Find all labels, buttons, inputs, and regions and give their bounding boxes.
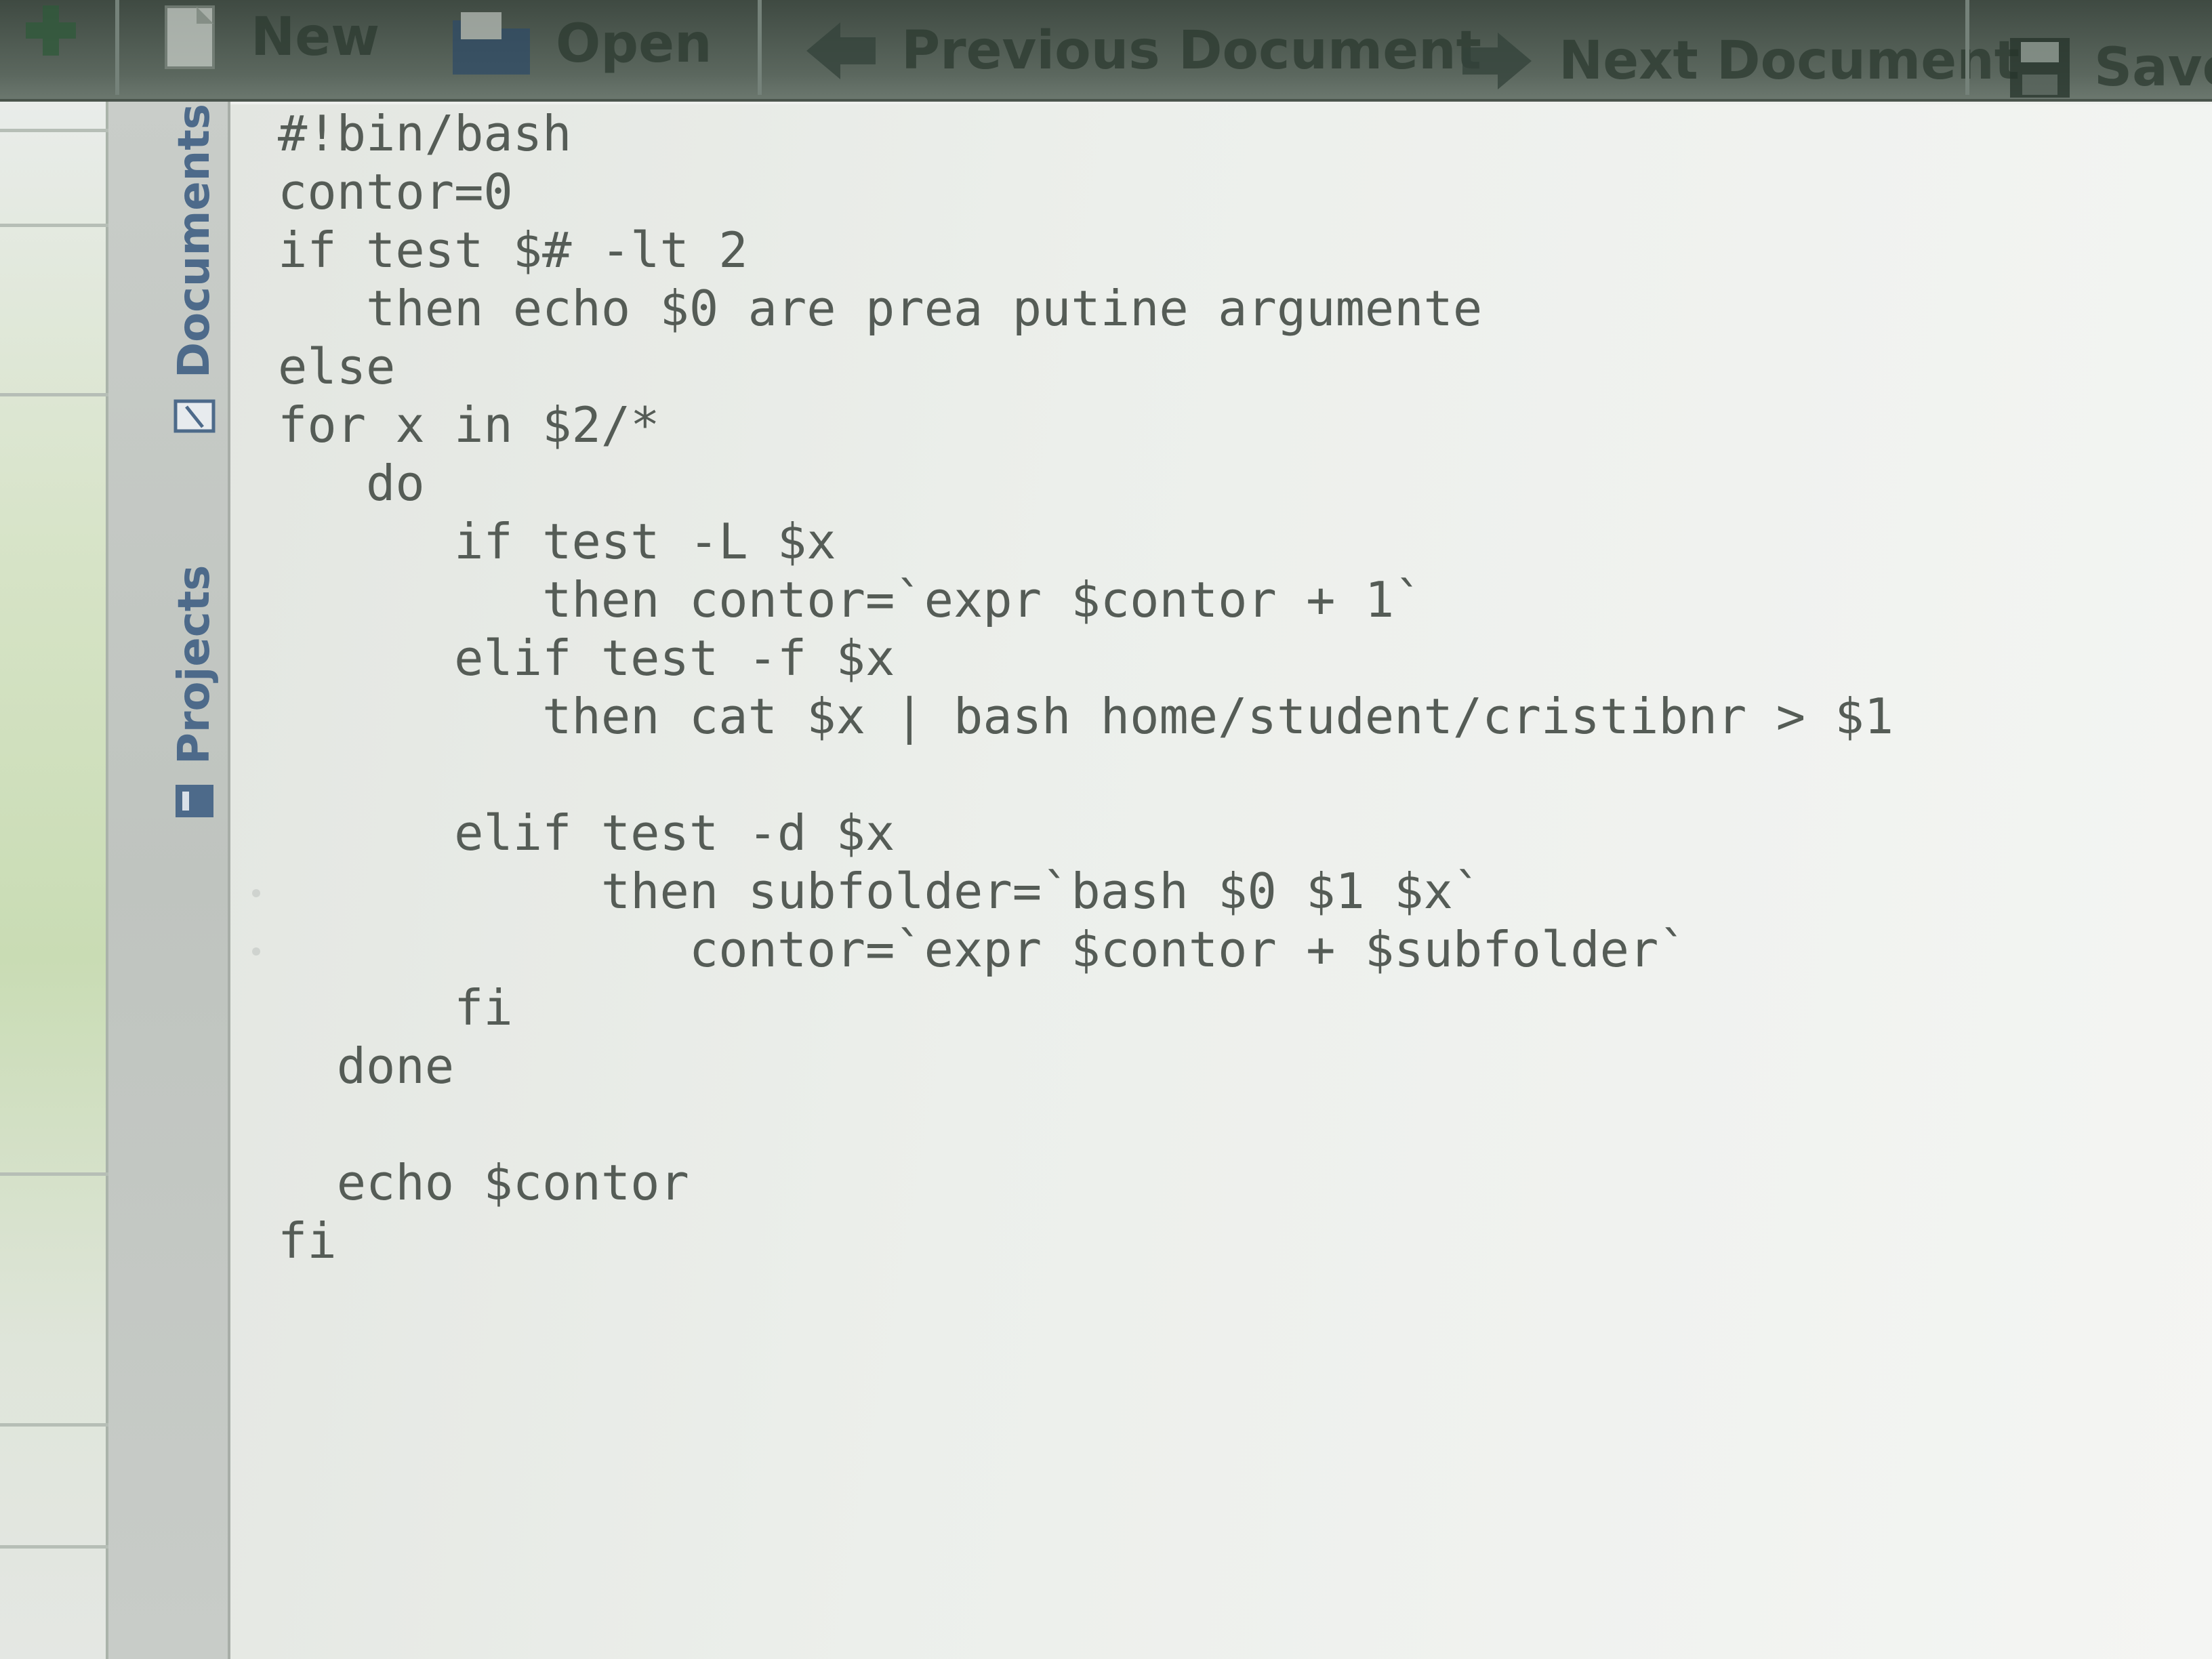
- fold-marker[interactable]: [252, 889, 260, 897]
- code-lines: #!bin/bash contor=0 if test $# -lt 2 the…: [278, 104, 1893, 1270]
- toolbar-save-button[interactable]: Save: [2006, 34, 2212, 102]
- document-icon: [173, 399, 216, 433]
- code-line: #!bin/bash: [278, 105, 572, 162]
- code-line: fi: [278, 979, 513, 1036]
- divider: [0, 1172, 108, 1176]
- editor-window: New Open Previous Document Next Document: [0, 0, 2212, 1659]
- toolbar-open-button[interactable]: Open: [447, 7, 712, 81]
- save-disk-icon: [2010, 38, 2070, 98]
- toolbar-separator: [115, 0, 119, 95]
- code-line: if test $# -lt 2: [278, 222, 748, 279]
- tab-documents[interactable]: Documents: [169, 104, 220, 434]
- toolbar-separator: [1965, 0, 1969, 95]
- code-line: done: [278, 1038, 455, 1094]
- code-line: fi: [278, 1212, 337, 1269]
- code-line: echo $contor: [278, 1154, 689, 1211]
- code-line: then contor=`expr $contor + 1`: [278, 571, 1424, 628]
- code-line: do: [278, 455, 425, 512]
- toolbar-separator: [758, 0, 762, 95]
- new-document-icon: [165, 5, 215, 69]
- project-icon: [176, 785, 213, 817]
- add-icon: [26, 5, 76, 56]
- code-line: else: [278, 338, 396, 395]
- code-line: elif test -d $x: [278, 804, 895, 861]
- toolbar-next-document-button[interactable]: Next Document: [1457, 27, 2020, 95]
- toolbar-previous-document-button[interactable]: Previous Document: [800, 17, 1481, 85]
- toolbar-add-button[interactable]: [20, 0, 102, 61]
- arrow-right-icon: [1462, 33, 1532, 89]
- divider: [0, 1545, 108, 1549]
- divider: [0, 1423, 108, 1427]
- toolbar-new-button[interactable]: New: [156, 0, 380, 75]
- code-line: for x in $2/*: [278, 396, 660, 453]
- open-folder-icon: [453, 12, 530, 75]
- code-line: contor=0: [278, 163, 513, 220]
- code-line: then subfolder=`bash $0 $1 $x`: [278, 863, 1483, 920]
- background-window-edge: [0, 102, 108, 1659]
- side-panel: Documents Projects: [108, 102, 230, 1659]
- code-line: elif test -f $x: [278, 630, 895, 687]
- divider: [0, 393, 108, 396]
- divider: [0, 129, 108, 132]
- code-line: then cat $x | bash home/student/cristibn…: [278, 688, 1894, 745]
- arrow-left-icon: [806, 22, 876, 79]
- code-line: contor=`expr $contor + $subfolder`: [278, 921, 1688, 978]
- code-editor[interactable]: #!bin/bash contor=0 if test $# -lt 2 the…: [230, 104, 2212, 1659]
- code-line: if test -L $x: [278, 513, 836, 570]
- tab-projects[interactable]: Projects: [169, 565, 220, 820]
- fold-marker[interactable]: [252, 947, 260, 956]
- divider: [0, 224, 108, 227]
- toolbar: New Open Previous Document Next Document: [0, 0, 2212, 102]
- code-line: then echo $0 are prea putine argumente: [278, 280, 1483, 337]
